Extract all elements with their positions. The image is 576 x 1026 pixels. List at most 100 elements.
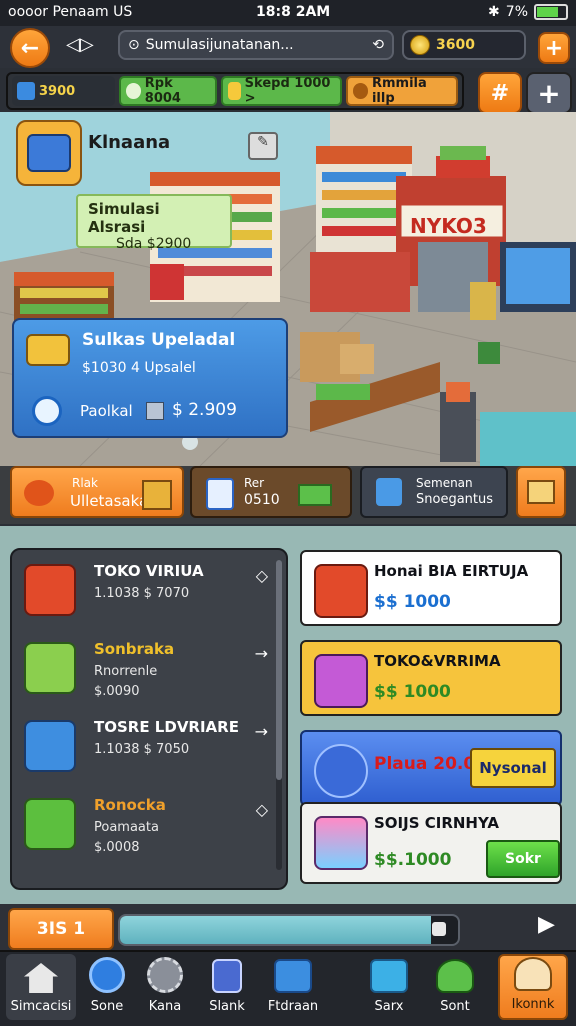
list-item-title: Ronocka	[94, 796, 166, 814]
resource-value: 3900	[39, 83, 76, 99]
robot-icon	[314, 654, 368, 708]
list-item[interactable]: TOKO VIRIUA 1.1038 $ 7070 ◇	[24, 556, 268, 628]
shop-card-1[interactable]: Honai BIA EIRTUJA $$ 1000	[300, 550, 562, 626]
bottle-icon	[228, 82, 241, 100]
arrow-left-icon: ←	[20, 35, 40, 61]
store-avatar[interactable]	[16, 120, 82, 186]
resource-speed[interactable]: Skepd 1000 >	[221, 76, 342, 106]
store-title: Klnaana	[88, 132, 171, 153]
list-item[interactable]: Ronocka Poamaata $.0008 ◇	[24, 790, 268, 862]
truck-icon	[27, 134, 71, 172]
shop-card-2[interactable]: TOKO&VRRIMA $$ 1000	[300, 640, 562, 716]
progress-row: 3IS 1 ▶	[0, 904, 576, 950]
chef-hat-icon	[514, 957, 552, 991]
simulation-box[interactable]: Simulasi Alsrasi Sda $2900	[76, 194, 232, 252]
gear-icon	[147, 957, 183, 993]
card-price: $$ 1000	[374, 592, 451, 612]
info-card-title: Sulkas Upeladal	[82, 330, 236, 350]
status-bar: oooor Penaam US 18:8 2AM ✱ 7%	[0, 0, 576, 26]
resource-gems[interactable]: 3900	[12, 76, 115, 106]
list-item-title: TOKO VIRIUA	[94, 562, 204, 580]
bluetooth-icon: ✱	[488, 4, 500, 20]
list-icon	[212, 959, 242, 993]
nav-item-ikonnk[interactable]: Ikonnk	[498, 954, 568, 1020]
add-button[interactable]: +	[526, 72, 572, 114]
list-scrollbar[interactable]	[276, 560, 282, 870]
nav-item-ftdraan[interactable]: Ftdraan	[258, 954, 328, 1020]
store-list-panel: TOKO VIRIUA 1.1038 $ 7070 ◇ Sonbraka Rno…	[10, 548, 288, 890]
add-coins-button[interactable]: +	[538, 32, 570, 64]
nav-item-simulasi[interactable]: Simcacisi	[6, 954, 76, 1020]
stack-icon	[527, 480, 555, 504]
refresh-icon[interactable]: ⟲	[372, 37, 384, 53]
coin-value: 3600	[436, 37, 475, 53]
nav-label: Ftdraan	[267, 999, 319, 1014]
top-bar: ← ◁▷ ⊙ Sumulasijunatanan... ⟲ 3600 +	[0, 26, 576, 68]
plus-icon: +	[544, 35, 564, 61]
progress-handle[interactable]	[432, 922, 446, 936]
card-title: Honai BIA EIRTUJA	[374, 562, 529, 580]
nav-item-slank[interactable]: Slank	[192, 954, 262, 1020]
resource-rmmila[interactable]: Rmmila illp	[345, 76, 458, 106]
nav-item-sont[interactable]: Sont	[420, 954, 490, 1020]
crate-icon	[142, 480, 172, 510]
action-line1: Rer	[244, 476, 265, 490]
action-button-3[interactable]: Semenan Snoegantus	[360, 466, 508, 518]
list-item-detail: 1.1038 $ 7070	[94, 586, 190, 601]
resource-value: Skepd 1000 >	[244, 76, 331, 106]
nav-label: Slank	[209, 999, 245, 1014]
stack-button[interactable]	[516, 466, 566, 518]
back-button[interactable]: ←	[10, 28, 50, 68]
scrollbar-thumb[interactable]	[276, 560, 282, 780]
level-badge[interactable]: 3IS 1	[8, 908, 114, 950]
truck-icon	[24, 720, 76, 772]
hand-icon	[314, 744, 368, 798]
list-item[interactable]: TOSRE LDVRIARE 1.1038 $ 7050 →	[24, 712, 268, 784]
action-button-1[interactable]: Rlak Ulletasaka	[10, 466, 184, 518]
nav-item-sarx[interactable]: Sarx	[354, 954, 424, 1020]
list-item-title: Sonbraka	[94, 640, 175, 658]
nav-label: Ikonnk	[511, 997, 555, 1012]
card-action-button[interactable]: Sokr	[486, 840, 560, 878]
card-price: $$ 1000	[374, 682, 451, 702]
arrow-icon: →	[254, 722, 268, 741]
card-title: TOKO&VRRIMA	[374, 652, 501, 670]
action-line1: Rlak	[72, 476, 98, 490]
document-icon	[376, 478, 402, 506]
battery-icon	[534, 4, 568, 20]
nav-item-kana[interactable]: Kana	[130, 954, 200, 1020]
hash-button[interactable]: #	[478, 72, 522, 114]
code-toggle-icon[interactable]: ◁▷	[66, 34, 100, 58]
list-item[interactable]: Sonbraka Rnorrenle $.0090 →	[24, 634, 268, 706]
gem-icon	[314, 816, 368, 870]
battery-percent: 7%	[505, 4, 528, 20]
edit-icon[interactable]: ✎	[248, 132, 278, 160]
upgrade-info-card[interactable]: Sulkas Upeladal $1030 4 Upsalel Paolkal …	[12, 318, 288, 438]
action-button-2[interactable]: Rer 0510	[190, 466, 352, 518]
card-action-button[interactable]: Nysonal	[470, 748, 556, 788]
shop-card-4[interactable]: SOIJS CIRNHYA $$.1000 Sokr	[300, 802, 562, 884]
shop-card-3[interactable]: Plaua 20.00 Nysonal	[300, 730, 562, 806]
box-icon	[274, 959, 312, 993]
nav-label: Sarx	[374, 999, 404, 1014]
coin-icon	[410, 35, 430, 55]
ring-icon	[32, 396, 62, 426]
plus-icon: +	[537, 76, 561, 110]
briefcase-icon	[370, 959, 408, 993]
simulation-title: Simulasi Alsrasi	[88, 200, 160, 236]
card-price: $$.1000	[374, 850, 452, 870]
bottom-nav: Simcacisi Sone Kana Slank Ftdraan Sarx S…	[0, 950, 576, 1026]
gem-icon	[17, 82, 35, 100]
diamond-icon: ◇	[255, 800, 268, 819]
globe-icon	[89, 957, 125, 993]
action-line2: Ulletasaka	[70, 492, 149, 510]
resource-value: Rpk 8004	[144, 76, 181, 106]
crate-icon	[314, 564, 368, 618]
progress-fill	[120, 916, 431, 944]
play-icon[interactable]: ▶	[538, 912, 555, 937]
search-icon: ⊙	[128, 37, 140, 53]
cube-icon	[24, 642, 76, 694]
resource-rpk[interactable]: Rpk 8004	[118, 76, 218, 106]
search-input[interactable]: Sumulasijunatanan...	[146, 37, 294, 53]
search-bar[interactable]: ⊙ Sumulasijunatanan... ⟲	[118, 30, 394, 60]
